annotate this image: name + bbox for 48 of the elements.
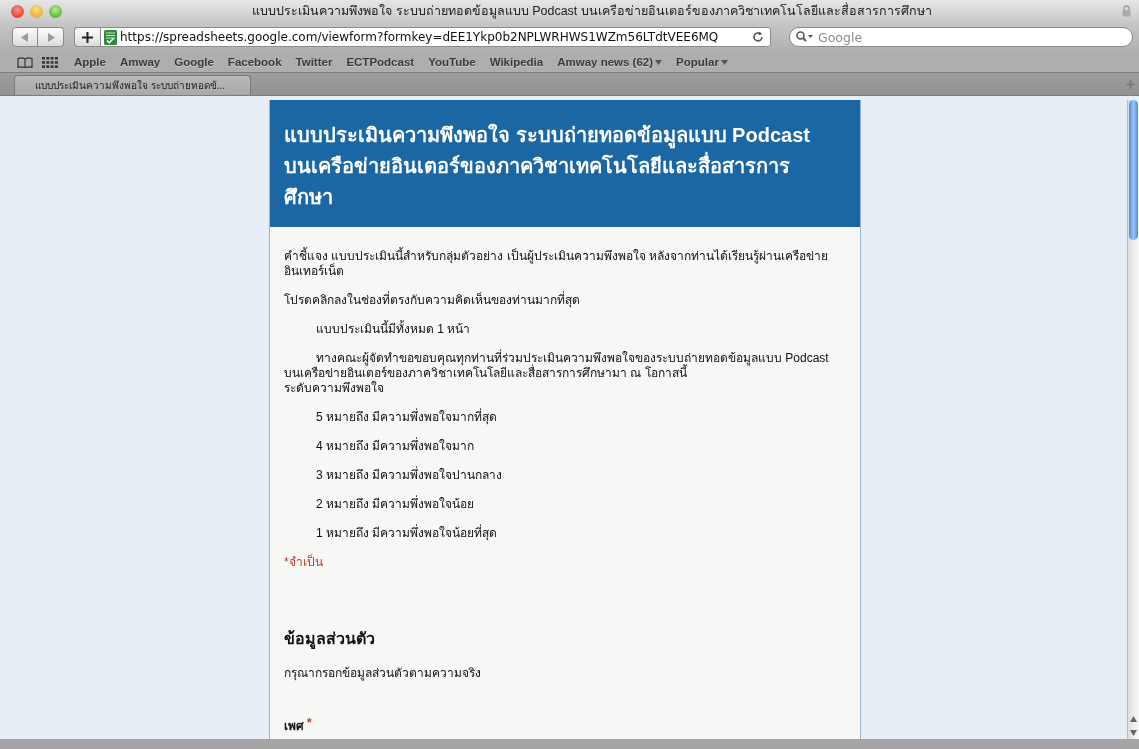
back-arrow-icon: [21, 32, 29, 42]
scroll-up-icon[interactable]: [1130, 716, 1137, 722]
bookmark-link[interactable]: Twitter: [295, 56, 333, 68]
paragraph: 4 หมายถึง มีความพึ่งพอใจมาก: [315, 439, 476, 454]
window-title: แบบประเมินความพึงพอใจ ระบบถ่ายทอดข้อมูลแบบ Podcast บนเครือข่ายอินเตอร์ของภาควิชาเทคโนโลยีและสื่อสารการศึกษา: [251, 1, 933, 21]
spreadsheet-icon: [104, 29, 117, 45]
section-title: ข้อมูลส่วนตัว: [284, 629, 376, 651]
required-note: *จำเป็น: [284, 555, 324, 570]
book-icon[interactable]: [17, 56, 33, 68]
question-label: เพศ: [284, 718, 304, 735]
back-button[interactable]: [12, 27, 38, 47]
bookmark-link[interactable]: Google: [174, 56, 214, 68]
caret-icon: [720, 59, 728, 65]
grid-icon[interactable]: [42, 56, 58, 68]
paragraph: คำชี้แจง แบบประเมินนี้สำหรับกลุ่มตัวอย่าง เป็นผู้ประเมินความพึงพอใจ หลังจากท่านได้เรียนรู้ผ่านเครือข่ายอินเทอร์เน็ต: [284, 249, 829, 279]
scrollbar[interactable]: [1127, 100, 1139, 739]
paragraph: โปรดคลิกลงในช่องที่ตรงกับความคิดเห็นของท่านมากที่สุด: [284, 293, 581, 308]
scroll-down-icon[interactable]: [1130, 730, 1137, 736]
browser-tab[interactable]: แบบประเมินความพึงพอใจ ระบบถ่ายทอดข้...: [14, 75, 251, 95]
paragraph: 3 หมายถึง มีความพึ่งพอใจปานกลาง: [315, 468, 504, 483]
paragraph: แบบประเมินนี้มีทั้งหมด 1 หน้า: [315, 322, 472, 337]
bookmark-link[interactable]: Amway: [119, 56, 161, 68]
bookmark-link[interactable]: Wikipedia: [489, 56, 544, 68]
forward-arrow-icon: [46, 32, 55, 42]
zoom-button[interactable]: [49, 4, 62, 18]
bookmark-link[interactable]: Apple: [74, 56, 106, 68]
bookmark-menu[interactable]: Amway news (62): [557, 56, 663, 68]
address-field[interactable]: https://spreadsheets.google.com/viewform?formkey=dEE1Ykp0b2NPLWRHWS1WZm56LTdtVEE6MQ: [100, 27, 771, 47]
paragraph: ทางคณะผู้จัดทำขอขอบคุณทุกท่านที่ร่วมประเมินความพึงพอใจของระบบถ่ายทอดข้อมูลแบบ Podcast บนเครือข่ายอินเตอร์ของภาควิชาเทคโนโลยีและสื่อสารการศึกษามา ณ โอกาสนี้ ระดับความพึงพอใจ: [284, 351, 830, 396]
paragraph: 5 หมายถึง มีความพึ่งพอใจมากที่สุด: [315, 410, 499, 425]
paragraph: 2 หมายถึง มีความพึ่งพอใจน้อย: [315, 497, 476, 512]
bookmark-menu[interactable]: Popular: [676, 56, 728, 68]
plus-icon: [82, 31, 93, 43]
required-mark: *: [307, 716, 312, 732]
scroll-thumb[interactable]: [1129, 100, 1138, 240]
add-bookmark-button[interactable]: [74, 27, 100, 47]
caret-icon: [655, 59, 663, 65]
search-field[interactable]: Google: [789, 27, 1133, 47]
lock-icon: [1122, 5, 1131, 17]
bookmark-link[interactable]: YouTube: [428, 56, 476, 68]
reload-icon[interactable]: [752, 31, 764, 43]
paragraph: 1 หมายถึง มีความพึ่งพอใจน้อยที่สุด: [315, 526, 499, 541]
close-button[interactable]: [11, 4, 24, 18]
bookmark-link[interactable]: ECTPodcast: [346, 56, 415, 68]
form-title: แบบประเมินความพึงพอใจ ระบบถ่ายทอดข้อมูลแบบ Podcast บนเครือข่ายอินเตอร์ของภาควิชาเทคโนโลยีและสื่อสารการศึกษา: [284, 122, 810, 210]
section-description: กรุณากรอกข้อมูลส่วนตัวตามความจริง: [284, 665, 482, 682]
forward-button[interactable]: [38, 27, 64, 47]
bookmark-link[interactable]: Facebook: [227, 56, 282, 68]
